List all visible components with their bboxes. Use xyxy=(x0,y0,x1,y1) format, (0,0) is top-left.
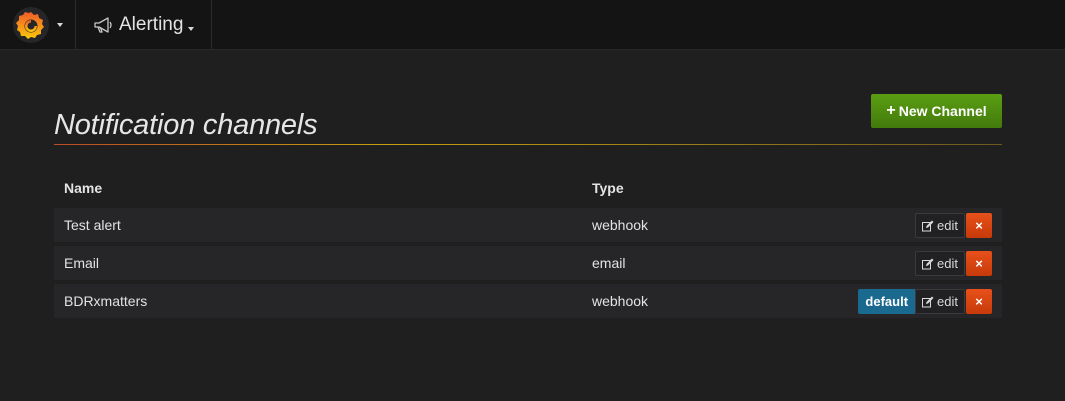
channel-name: Email xyxy=(64,255,100,271)
edit-icon xyxy=(922,220,934,231)
chevron-down-icon xyxy=(57,23,63,27)
channel-type: email xyxy=(592,255,626,271)
edit-icon xyxy=(922,296,934,307)
column-header-type: Type xyxy=(592,180,624,196)
page-title: Notification channels xyxy=(54,109,318,142)
table-row: Email email edit × xyxy=(54,246,1002,280)
edit-button[interactable]: edit xyxy=(915,213,965,238)
edit-button[interactable]: edit xyxy=(915,289,965,314)
close-icon: × xyxy=(975,294,983,309)
new-channel-button[interactable]: + New Channel xyxy=(871,94,1002,128)
channel-type: webhook xyxy=(592,217,649,233)
close-icon: × xyxy=(975,256,983,271)
top-navbar: Alerting xyxy=(0,0,1065,50)
megaphone-icon xyxy=(94,17,112,33)
edit-label: edit xyxy=(937,294,958,309)
close-icon: × xyxy=(975,218,983,233)
column-header-name: Name xyxy=(64,180,103,196)
table-header: Name Type xyxy=(54,178,1002,200)
row-actions: edit × xyxy=(915,251,992,276)
delete-button[interactable]: × xyxy=(966,213,992,238)
title-divider xyxy=(54,144,1002,145)
edit-label: edit xyxy=(937,218,958,233)
section-title: Alerting xyxy=(119,14,184,35)
default-badge: default xyxy=(858,289,916,314)
channel-name: Test alert xyxy=(64,217,121,233)
chevron-down-icon xyxy=(188,27,194,31)
table-row: BDRxmatters webhook default edit × xyxy=(54,284,1002,318)
delete-button[interactable]: × xyxy=(966,289,992,314)
new-channel-label: New Channel xyxy=(898,103,987,119)
row-actions: default edit × xyxy=(858,289,992,314)
edit-label: edit xyxy=(937,256,958,271)
plus-icon: + xyxy=(886,102,896,119)
channel-name: BDRxmatters xyxy=(64,293,148,309)
alerting-section-menu[interactable]: Alerting xyxy=(76,0,212,50)
row-actions: edit × xyxy=(915,213,992,238)
channel-type: webhook xyxy=(592,293,649,309)
edit-icon xyxy=(922,258,934,269)
delete-button[interactable]: × xyxy=(966,251,992,276)
table-row: Test alert webhook edit × xyxy=(54,208,1002,242)
grafana-logo-icon xyxy=(13,7,49,43)
grafana-menu-button[interactable] xyxy=(0,0,76,50)
edit-button[interactable]: edit xyxy=(915,251,965,276)
